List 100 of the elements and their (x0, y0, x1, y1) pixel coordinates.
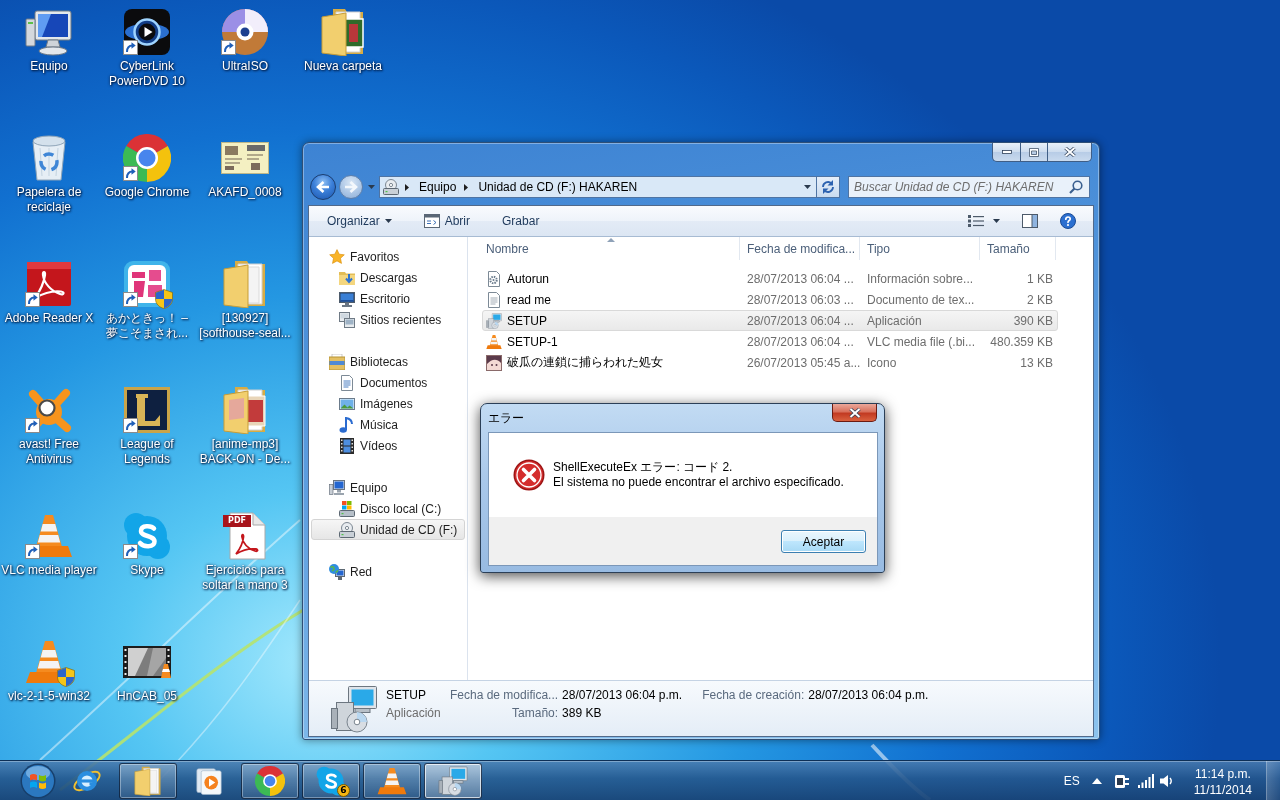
close-button[interactable] (832, 404, 877, 422)
nav-item[interactable]: Imágenes (311, 393, 465, 414)
nav-item[interactable]: Disco local (C:) (311, 498, 465, 519)
picture-icon (339, 395, 355, 412)
taskbar-button[interactable] (424, 762, 482, 799)
close-button[interactable] (1047, 143, 1092, 162)
show-desktop-button[interactable] (1266, 760, 1280, 800)
minimize-button[interactable] (992, 143, 1020, 162)
nav-item[interactable]: Red (311, 561, 465, 582)
taskbar-button[interactable]: 6 (302, 762, 360, 799)
desktop-icon[interactable]: Adobe Reader X (4, 260, 94, 326)
start-button[interactable] (18, 761, 58, 800)
file-name: SETUP-1 (507, 334, 558, 349)
nav-item[interactable]: Equipo (311, 477, 465, 498)
desktop-icon[interactable]: UltraISO (221, 8, 269, 74)
breadcrumb-arrow-icon (464, 183, 469, 191)
power-plug-icon[interactable] (1113, 772, 1130, 789)
file-size: 1 KB (1026, 271, 1054, 286)
nav-item[interactable]: Sitios recientes (311, 309, 465, 330)
taskbar-button[interactable] (241, 762, 299, 799)
download-folder-icon (339, 269, 355, 286)
traffic-cone-icon (486, 333, 502, 350)
property-label: Fecha de modifica... (450, 687, 559, 704)
nav-item[interactable]: Bibliotecas (311, 351, 465, 372)
file-type: Icono (866, 355, 898, 370)
nav-item[interactable]: Favoritos (311, 246, 465, 267)
forward-button[interactable] (339, 175, 363, 199)
desktop-icon[interactable]: CyberLink PowerDVD 10 (98, 8, 196, 89)
monitor-icon (339, 290, 355, 307)
maximize-button[interactable] (1020, 143, 1047, 162)
minimize-icon (1001, 150, 1012, 154)
column-header[interactable]: Nombre (482, 237, 740, 260)
column-header[interactable]: Fecha de modifica... (740, 237, 860, 260)
computer-icon (25, 8, 73, 56)
desktop-icon[interactable]: AKAFD_0008 (208, 134, 282, 200)
property-value: 28/07/2013 06:04 p.m. (808, 687, 929, 704)
arrow-left-icon (316, 181, 330, 193)
refresh-icon (821, 180, 835, 194)
desktop-icon[interactable]: Papelera de reciclaje (0, 134, 98, 215)
taskbar-button[interactable] (119, 762, 177, 799)
nav-item[interactable]: Descargas (311, 267, 465, 288)
column-header[interactable]: Tipo (860, 237, 980, 260)
breadcrumb[interactable]: Unidad de CD (F:) HAKAREN (472, 177, 644, 197)
back-button[interactable] (310, 174, 336, 200)
file-size: 13 KB (1019, 355, 1054, 370)
nav-item[interactable]: Escritorio (311, 288, 465, 309)
signal-bars-icon[interactable] (1137, 773, 1154, 788)
caret-icon (384, 219, 392, 223)
file-row[interactable]: read me 28/07/2013 06:03 ... Documento de tex... 2 KB (482, 289, 1058, 310)
nav-item[interactable]: Música (311, 414, 465, 435)
message-text: ShellExecuteEx エラー: コード 2. (553, 460, 734, 475)
star-icon (329, 248, 345, 265)
toolbar-button[interactable]: Grabar (492, 209, 550, 233)
dialog-title: エラー (488, 411, 524, 426)
desktop-icon[interactable]: PDF Ejercicios para soltar la mano 3 (196, 512, 294, 593)
search-field[interactable]: Buscar Unidad de CD (F:) HAKAREN (848, 176, 1090, 198)
refresh-button[interactable] (817, 176, 840, 198)
breadcrumb[interactable]: Equipo (413, 177, 463, 197)
language-indicator[interactable]: ES (1059, 768, 1084, 793)
desktop-icon[interactable]: Equipo (25, 8, 73, 74)
view-list-icon (968, 215, 984, 227)
file-name: read me (507, 292, 552, 307)
nav-item[interactable]: Unidad de CD (F:) (311, 519, 465, 540)
file-size: 390 KB (1012, 313, 1054, 328)
ok-button[interactable]: Aceptar (781, 530, 866, 553)
window-icon (423, 214, 440, 228)
film-strip-icon (339, 437, 355, 454)
date-modified: 28/07/2013 06:04 ... (746, 334, 855, 349)
computer-icon (329, 479, 345, 496)
picture-icon (486, 354, 502, 371)
preview-pane-icon (1022, 214, 1038, 228)
recent-places-icon (339, 311, 355, 328)
file-row[interactable]: Autorun 28/07/2013 06:04 ... Información sobre... 1 KB (482, 268, 1058, 289)
close-icon (1063, 147, 1076, 157)
file-type: VLC media file (.bi... (866, 334, 977, 349)
file-name: SETUP (386, 687, 427, 704)
column-header[interactable]: Tamaño (980, 237, 1056, 260)
pdf-app-icon (25, 260, 73, 308)
clock[interactable]: 11:14 p.m. 11/11/2014 (1189, 761, 1256, 800)
cd-drive-icon (383, 179, 399, 195)
file-row[interactable]: 破瓜の連鎖に捕らわれた処女 26/07/2013 05:45 a... Icono 13 KB (482, 352, 1058, 373)
desktop-icon[interactable]: Google Chrome (104, 134, 190, 200)
close-icon (848, 407, 861, 418)
file-name: SETUP (507, 313, 547, 328)
installer-icon (330, 685, 378, 733)
toolbar-button[interactable]: Organizar (317, 209, 402, 233)
desktop-icon[interactable]: Nueva carpeta (303, 8, 382, 74)
file-row[interactable]: SETUP-1 28/07/2013 06:04 ... VLC media file (.bi... 480.359 KB (482, 331, 1058, 352)
property-value: 28/07/2013 06:04 p.m. (562, 687, 683, 704)
speaker-icon[interactable] (1159, 773, 1174, 788)
file-type-label: PDF (227, 515, 247, 527)
nav-item[interactable]: Vídeos (311, 435, 465, 456)
nav-item[interactable]: Documentos (311, 372, 465, 393)
address-bar[interactable]: Equipo Unidad de CD (F:) HAKAREN (379, 176, 817, 198)
settings-file-icon (486, 270, 502, 287)
installer-icon (486, 312, 502, 329)
taskbar-button[interactable] (363, 762, 421, 799)
traffic-cone-icon (377, 765, 407, 796)
toolbar-button[interactable]: Abrir (413, 209, 481, 233)
file-row[interactable]: SETUP 28/07/2013 06:04 ... Aplicación 390 KB (482, 310, 1058, 331)
